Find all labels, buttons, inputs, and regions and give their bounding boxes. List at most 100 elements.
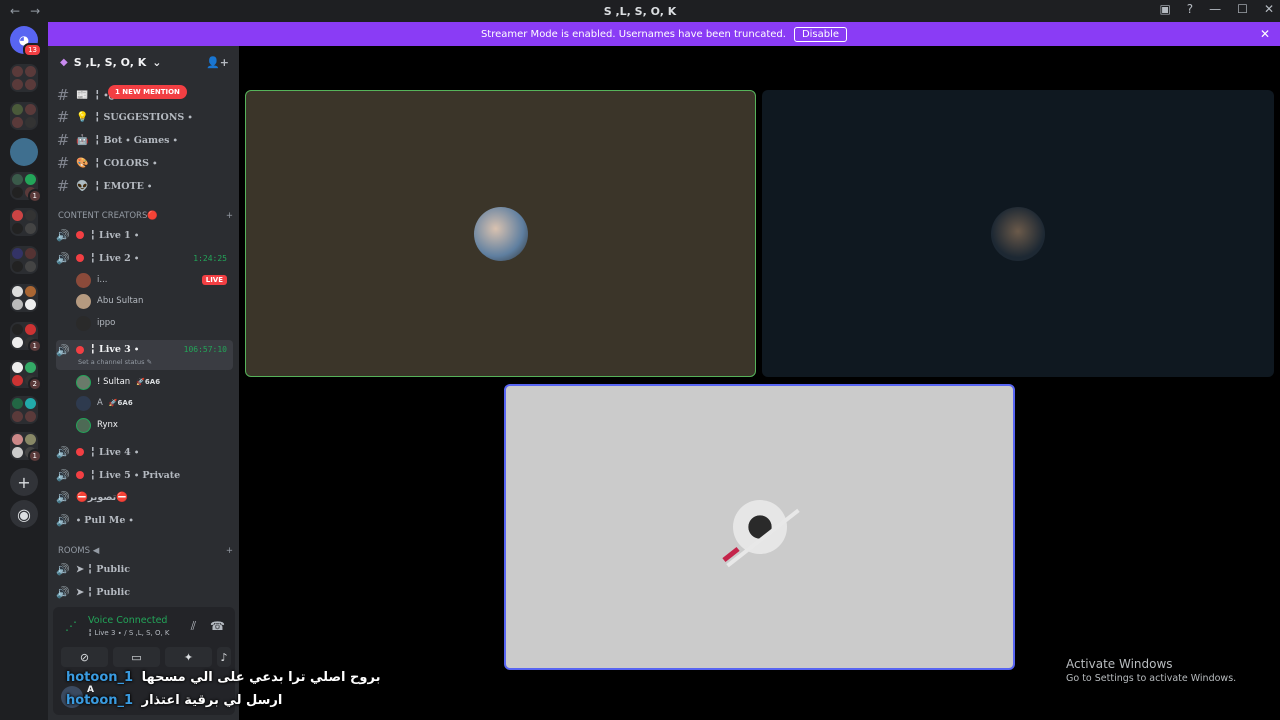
home-button[interactable]: ◕ 13	[10, 26, 42, 57]
disconnect-icon[interactable]: ☎	[210, 619, 225, 634]
guild-header[interactable]: ◆ S ,L, S, O, K ⌄ 👤+	[48, 46, 239, 78]
live-dot	[76, 231, 84, 239]
voice-channel[interactable]: 🔊 ╏ Live 5 ∙ Private	[56, 465, 233, 485]
speaker-icon: 🔊	[56, 228, 70, 242]
channel-status[interactable]: Set a channel status ✎	[78, 358, 152, 366]
category-content-creators[interactable]: CONTENT CREATORS🔴 +	[58, 209, 233, 223]
voice-timer: 106:57:10	[183, 345, 227, 354]
participant-tile[interactable]	[504, 384, 1015, 670]
voice-member[interactable]: A 🚀6A6	[76, 394, 233, 412]
channel-emoji: 📰	[76, 89, 89, 101]
hash-icon: #	[56, 131, 70, 149]
voice-channel-name: ╏ Live 5 ∙ Private	[90, 469, 181, 481]
voice-member[interactable]: i... LIVE	[76, 271, 233, 289]
soundboard-button[interactable]: ♪	[217, 647, 231, 667]
minimize-button[interactable]: —	[1209, 2, 1221, 16]
server-icon[interactable]	[10, 138, 38, 166]
channel-name: ╏ Bot ∙ Games ∙	[94, 134, 178, 146]
inbox-icon[interactable]: ▣	[1159, 2, 1170, 16]
close-window-button[interactable]: ✕	[1264, 2, 1274, 16]
server-folder[interactable]: 2	[10, 360, 42, 391]
voice-channel-name: ➤ ╏ Public	[76, 586, 130, 598]
voice-channel[interactable]: 🔊 ╏ Live 1 ∙	[56, 225, 233, 245]
voice-channel[interactable]: 🔊 ➤ ╏ Public	[56, 559, 233, 579]
overlay-username: hotoon_1	[66, 693, 134, 708]
channel-name: ╏ COLORS ∙	[94, 157, 158, 169]
voice-channel-selected[interactable]: 🔊 ╏ Live 3 ∙ 106:57:10 Set a channel sta…	[56, 340, 233, 370]
guild-boost-icon: ◆	[60, 56, 68, 68]
chat-overlay-line: hotoon_1 بروح اصلي ترا بدعي على الي مسحه…	[66, 670, 380, 685]
voice-timer: 1:24:25	[193, 253, 227, 263]
voice-channel-path[interactable]: ╏ Live 3 ∙ / S ,L, S, O, K	[88, 629, 170, 637]
server-folder[interactable]: 1	[10, 322, 42, 353]
voice-channel[interactable]: 🔊 ∙ Pull Me ∙	[56, 510, 233, 530]
voice-member[interactable]: ippo	[76, 314, 233, 332]
activities-button[interactable]: ✦	[165, 647, 212, 667]
text-channel[interactable]: # 💡 ╏ SUGGESTIONS ∙	[56, 107, 233, 127]
participant-tile[interactable]	[762, 90, 1274, 377]
activate-title: Activate Windows	[1066, 657, 1173, 671]
server-folder[interactable]: 1	[10, 172, 42, 203]
voice-channel[interactable]: 🔊 ⛔تصوير⛔	[56, 487, 233, 507]
maximize-button[interactable]: ☐	[1237, 2, 1248, 16]
voice-channel-name: ╏ Live 1 ∙	[90, 229, 140, 241]
speaker-icon: 🔊	[56, 468, 70, 482]
explore-servers-button[interactable]: ◉	[10, 500, 38, 528]
voice-channel[interactable]: 🔊 ╏ Live 2 ∙ 1:24:25	[56, 248, 233, 268]
text-channel[interactable]: # 🤖 ╏ Bot ∙ Games ∙	[56, 130, 233, 150]
help-icon[interactable]: ?	[1187, 2, 1193, 16]
speaker-icon: 🔊	[56, 445, 70, 459]
text-channel[interactable]: # 👽 ╏ EMOTE ∙	[56, 176, 233, 196]
server-badge: 1	[27, 339, 42, 353]
category-label: ROOMS ◀	[58, 546, 100, 556]
guild-name: S ,L, S, O, K	[73, 55, 147, 69]
voice-stage	[239, 46, 1280, 720]
live-dot	[76, 448, 84, 456]
server-folder[interactable]	[10, 64, 38, 92]
create-channel-icon[interactable]: +	[226, 211, 233, 221]
new-mention-pill[interactable]: 1 NEW MENTION	[108, 85, 187, 99]
noise-suppression-icon[interactable]: ⫽	[191, 619, 196, 634]
voice-channel-name: ╏ Live 4 ∙	[90, 446, 140, 458]
disable-streamer-mode-button[interactable]: Disable	[793, 26, 848, 42]
voice-member[interactable]: Rynx	[76, 416, 233, 434]
overlay-message: بروح اصلي ترا بدعي على الي مسحها	[141, 670, 381, 685]
camera-button[interactable]: ⊘	[61, 647, 108, 667]
channel-emoji: 🤖	[76, 134, 89, 146]
speaker-icon: 🔊	[56, 490, 70, 504]
overlay-username: hotoon_1	[66, 670, 134, 685]
voice-channel-name: ∙ Pull Me ∙	[76, 514, 134, 526]
voice-channel[interactable]: 🔊 ➤ ╏ Public	[56, 582, 233, 602]
title-bar: ← → S ,L, S, O, K ▣ ? — ☐ ✕	[0, 0, 1280, 22]
channel-name: ╏ EMOTE ∙	[94, 180, 153, 192]
voice-connected-label[interactable]: Voice Connected	[88, 615, 167, 626]
server-badge: 1	[27, 449, 42, 463]
server-folder[interactable]	[10, 208, 38, 236]
add-server-button[interactable]: +	[10, 468, 38, 496]
server-folder[interactable]	[10, 396, 38, 424]
avatar	[76, 293, 91, 309]
server-folder[interactable]	[10, 246, 38, 274]
server-folder[interactable]: 1	[10, 432, 42, 463]
server-folder[interactable]	[10, 102, 38, 130]
voice-channel[interactable]: 🔊 ╏ Live 4 ∙	[56, 442, 233, 462]
close-icon[interactable]: ✕	[1260, 27, 1270, 41]
live-dot	[76, 254, 84, 262]
screen-share-button[interactable]: ▭	[113, 647, 160, 667]
member-name: A	[97, 398, 103, 408]
channel-sidebar: ◆ S ,L, S, O, K ⌄ 👤+ # 📰 ╏ ∙ن 1 NEW MENT…	[48, 46, 239, 720]
voice-member[interactable]: ! Sultan 🚀6A6	[76, 373, 233, 391]
category-rooms[interactable]: ROOMS ◀ +	[58, 544, 233, 558]
voice-channel-name: ╏ Live 2 ∙	[90, 252, 140, 264]
activate-subtitle: Go to Settings to activate Windows.	[1066, 673, 1237, 684]
voice-member[interactable]: Abu Sultan	[76, 292, 233, 310]
speaker-icon: 🔊	[56, 585, 70, 599]
member-name: i...	[97, 275, 108, 285]
server-list: ◕ 13 1 1 2 1 + ◉	[0, 22, 48, 720]
participant-tile[interactable]	[245, 90, 756, 377]
text-channel[interactable]: # 🎨 ╏ COLORS ∙	[56, 153, 233, 173]
channel-emoji: 💡	[76, 111, 89, 123]
create-channel-icon[interactable]: +	[226, 546, 233, 556]
invite-icon[interactable]: 👤+	[206, 56, 229, 69]
server-folder[interactable]	[10, 284, 38, 312]
